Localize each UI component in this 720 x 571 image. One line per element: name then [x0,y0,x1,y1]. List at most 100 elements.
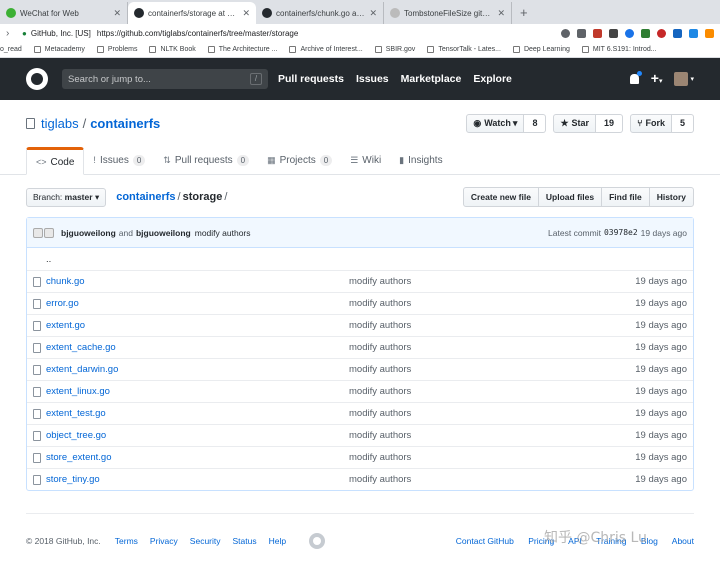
footer-link-about[interactable]: About [672,536,694,546]
commit-sha[interactable]: 03978e2 [604,228,638,237]
browser-tab-wechat[interactable]: WeChat for Web ✕ [0,2,128,24]
file-name-link[interactable]: object_tree.go [46,430,349,441]
table-row[interactable]: extent_test.go modify authors 19 days ago [27,402,693,424]
table-row[interactable]: store_extent.go modify authors 19 days ago [27,446,693,468]
notifications-bell-icon[interactable] [629,71,642,84]
file-commit-message[interactable]: modify authors [349,386,635,397]
file-commit-message[interactable]: modify authors [349,452,635,463]
zoom-icon[interactable] [561,28,570,38]
extension-icon[interactable] [641,28,650,38]
browser-tab-tombstone[interactable]: TombstoneFileSize github.com/c... ✕ [384,2,512,24]
browser-tab-chunk[interactable]: containerfs/chunk.go at master ✕ [256,2,384,24]
file-name-link[interactable]: store_extent.go [46,452,349,463]
fork-button[interactable]: ⑂ Fork [630,113,672,133]
new-tab-button[interactable]: + [512,2,536,24]
commit-message[interactable]: modify authors [195,228,251,238]
user-menu[interactable]: ▾ [674,72,694,86]
bookmark-item[interactable]: MIT 6.S191: Introd... [581,46,657,53]
extension-icon[interactable] [609,28,618,38]
site-identity[interactable]: GitHub, Inc. [US] [31,29,91,38]
branch-select[interactable]: Branch: master ▾ [26,187,107,207]
fork-count[interactable]: 5 [671,113,694,133]
nav-explore[interactable]: Explore [473,73,512,85]
tab-pull-requests[interactable]: ⇅ Pull requests 0 [154,146,258,174]
table-row[interactable]: error.go modify authors 19 days ago [27,292,693,314]
breadcrumb-root[interactable]: containerfs [116,191,175,203]
url-field[interactable]: https://github.com/tiglabs/containerfs/t… [97,29,561,38]
browser-tab-storage[interactable]: containerfs/storage at master ✕ [128,2,256,24]
file-commit-message[interactable]: modify authors [349,474,635,485]
file-name-link[interactable]: chunk.go [46,276,349,287]
close-tab-icon[interactable]: ✕ [369,8,377,19]
bookmark-item[interactable]: SBIR.gov [374,46,415,53]
table-row[interactable]: chunk.go modify authors 19 days ago [27,270,693,292]
nav-marketplace[interactable]: Marketplace [401,73,462,85]
table-row[interactable]: extent_cache.go modify authors 19 days ago [27,336,693,358]
file-commit-message[interactable]: modify authors [349,320,635,331]
footer-link-help[interactable]: Help [269,536,286,546]
table-row[interactable]: extent_darwin.go modify authors 19 days ag… [27,358,693,380]
create-new-menu[interactable]: +▾ [651,70,663,88]
tab-insights[interactable]: ▮ Insights [390,146,451,174]
search-box[interactable]: / [62,69,268,89]
repo-owner-link[interactable]: tiglabs [41,116,79,131]
commit-committer[interactable]: bjguoweilong [136,228,191,238]
file-name-link[interactable]: error.go [46,298,349,309]
file-name-link[interactable]: extent_darwin.go [46,364,349,375]
github-logo-icon[interactable] [26,68,48,90]
file-name-link[interactable]: store_tiny.go [46,474,349,485]
file-name-link[interactable]: extent_linux.go [46,386,349,397]
extension-icon[interactable] [673,28,682,38]
file-name-link[interactable]: extent_test.go [46,408,349,419]
table-row[interactable]: object_tree.go modify authors 19 days ago [27,424,693,446]
close-tab-icon[interactable]: ✕ [497,8,505,19]
extension-icon[interactable] [657,28,666,38]
footer-link-privacy[interactable]: Privacy [150,536,178,546]
file-commit-message[interactable]: modify authors [349,342,635,353]
file-name-link[interactable]: extent_cache.go [46,342,349,353]
github-mark-icon[interactable] [308,533,325,549]
avatar[interactable] [33,227,43,238]
star-count[interactable]: 19 [596,113,624,133]
file-commit-message[interactable]: modify authors [349,364,635,375]
bookmark-item[interactable]: The Architecture ... [207,46,277,53]
tab-issues[interactable]: ! Issues 0 [84,146,154,174]
history-button[interactable]: History [648,187,694,207]
bookmark-item[interactable]: NLTK Book [149,46,196,53]
table-row[interactable]: store_tiny.go modify authors 19 days ago [27,468,693,490]
footer-link-terms[interactable]: Terms [115,536,138,546]
file-name-link[interactable]: extent.go [46,320,349,331]
star-button[interactable]: ★ Star [553,113,597,133]
file-commit-message[interactable]: modify authors [349,298,635,309]
commit-author[interactable]: bjguoweilong [61,228,116,238]
lock-icon[interactable]: ● [22,29,27,38]
file-commit-message[interactable]: modify authors [349,276,635,287]
extension-icon[interactable] [689,28,698,38]
bookmark-item[interactable]: Deep Learning [512,46,570,53]
watch-count[interactable]: 8 [524,113,547,133]
bookmark-item[interactable]: Archive of Interest... [289,46,363,53]
extension-icon[interactable] [705,28,714,38]
find-file-button[interactable]: Find file [601,187,650,207]
bookmark-item[interactable]: TensorTalk - Lates... [427,46,501,53]
tab-code[interactable]: <> Code [26,147,85,175]
footer-link-status[interactable]: Status [233,536,257,546]
watch-button[interactable]: ◉ Watch ▾ [466,113,525,133]
footer-link-contact[interactable]: Contact GitHub [456,536,514,546]
bookmark-star-icon[interactable] [577,28,586,38]
tab-wiki[interactable]: ☰ Wiki [341,146,390,174]
bookmark-item[interactable]: o_read [0,46,22,53]
file-name-link[interactable]: .. [33,254,336,265]
file-commit-message[interactable]: modify authors [349,408,635,419]
close-tab-icon[interactable]: ✕ [242,8,250,19]
bookmark-item[interactable]: Metacademy [33,46,85,53]
close-tab-icon[interactable]: ✕ [113,8,121,19]
upload-files-button[interactable]: Upload files [537,187,603,207]
footer-link-security[interactable]: Security [190,536,221,546]
file-commit-message[interactable]: modify authors [349,430,635,441]
table-row[interactable]: extent.go modify authors 19 days ago [27,314,693,336]
tab-projects[interactable]: ▦ Projects 0 [258,146,341,174]
nav-issues[interactable]: Issues [356,73,389,85]
repo-name-link[interactable]: containerfs [90,116,160,131]
avatar[interactable] [44,227,54,238]
